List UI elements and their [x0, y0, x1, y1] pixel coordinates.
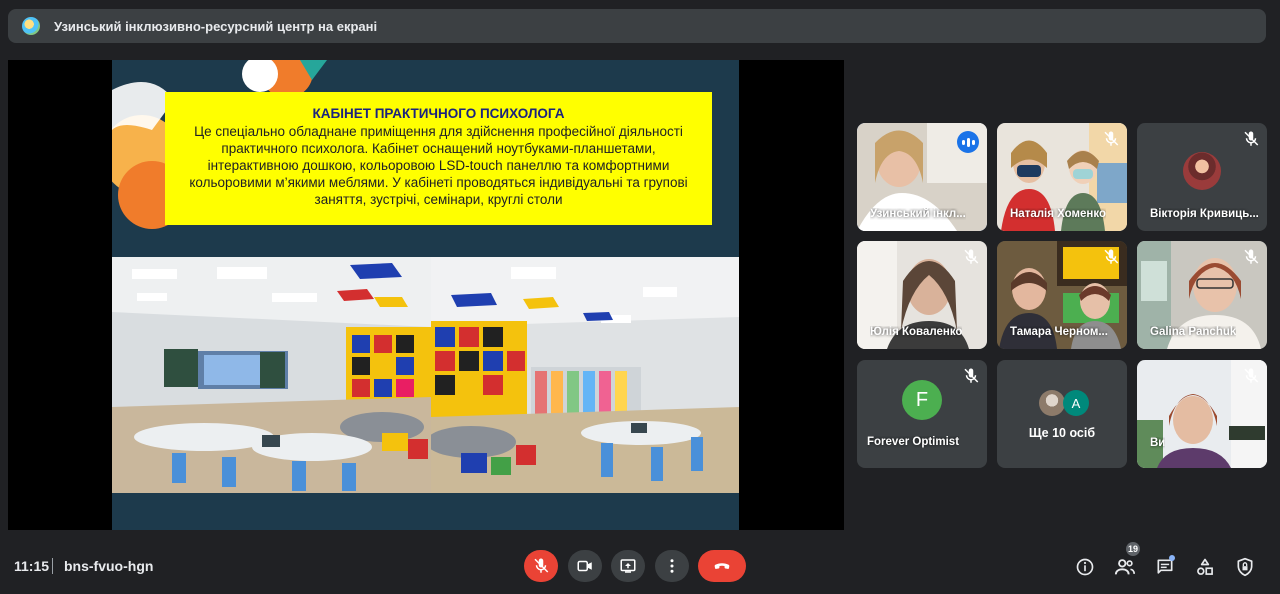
- mic-off-icon: [534, 558, 549, 573]
- end-call-button[interactable]: [698, 550, 746, 582]
- participant-avatar: A: [1063, 390, 1089, 416]
- mic-off-icon: [1104, 131, 1119, 146]
- slide-title: КАБІНЕТ ПРАКТИЧНОГО ПСИХОЛОГА: [312, 106, 565, 121]
- participant-tile[interactable]: Вікторія Кривиць...: [1137, 123, 1267, 231]
- participant-name: Galina Panchuk: [1150, 326, 1237, 338]
- slide-body: Це спеціально обладнане приміщення для з…: [189, 124, 688, 207]
- participant-tile[interactable]: F Forever Optimist: [857, 360, 987, 468]
- camera-toggle-button[interactable]: [568, 550, 602, 582]
- mic-off-icon: [1244, 249, 1259, 264]
- participant-avatar: F: [902, 380, 942, 420]
- more-participants-avatars: A: [1039, 390, 1089, 416]
- more-options-button[interactable]: [655, 550, 689, 582]
- people-icon: [1114, 559, 1135, 575]
- participant-name: Юлія Коваленко: [870, 326, 963, 338]
- presenter-avatar-icon: [22, 17, 40, 35]
- participant-avatar: [1183, 152, 1221, 190]
- participant-name: Тамара Черном...: [1010, 326, 1108, 338]
- meeting-code[interactable]: bns-fvuo-hgn: [64, 558, 153, 574]
- divider: [52, 558, 53, 574]
- participant-name: Forever Optimist: [867, 436, 960, 448]
- mic-toggle-button[interactable]: [524, 550, 558, 582]
- mic-off-icon: [964, 249, 979, 264]
- participant-tile[interactable]: Тамара Черном...: [997, 241, 1127, 349]
- presenting-banner-text: Узинський інклюзивно-ресурсний центр на …: [54, 18, 378, 34]
- more-participants-tile[interactable]: A Ще 10 осіб: [997, 360, 1127, 468]
- mic-off-icon: [1104, 249, 1119, 264]
- participant-name: Вікторія Кривиць...: [1150, 208, 1259, 220]
- slide-photos: [112, 257, 739, 493]
- chat-unread-dot: [1169, 555, 1175, 561]
- participant-tile[interactable]: Узинський інкл...: [857, 123, 987, 231]
- more-participants-label: Ще 10 осіб: [1028, 426, 1096, 440]
- mic-off-icon: [1244, 131, 1259, 146]
- activities-button[interactable]: [1194, 556, 1216, 578]
- slide-text-box: КАБІНЕТ ПРАКТИЧНОГО ПСИХОЛОГА Це спеціал…: [165, 92, 712, 225]
- participant-name: Наталія Хоменко: [1010, 208, 1107, 220]
- bottom-toolbar: 11:15 bns-fvuo-hgn 19: [0, 538, 1280, 594]
- presentation-slide: КАБІНЕТ ПРАКТИЧНОГО ПСИХОЛОГА Це спеціал…: [112, 60, 739, 530]
- activities-icon: [1197, 558, 1213, 575]
- participant-name: Ви: [1150, 437, 1166, 449]
- participant-tile-self[interactable]: Ви: [1137, 360, 1267, 468]
- participants-button[interactable]: [1114, 556, 1136, 578]
- presenting-banner: Узинський інклюзивно-ресурсний центр на …: [8, 9, 1266, 43]
- speaking-indicator-icon: [957, 131, 979, 153]
- more-options-icon: [670, 559, 674, 573]
- host-controls-button[interactable]: [1234, 556, 1256, 578]
- participant-tile[interactable]: Наталія Хоменко: [997, 123, 1127, 231]
- participant-avatar: [1039, 390, 1065, 416]
- end-call-icon: [714, 563, 730, 569]
- mic-off-icon: [964, 368, 979, 383]
- meeting-info-button[interactable]: [1074, 556, 1096, 578]
- participant-tile[interactable]: Galina Panchuk: [1137, 241, 1267, 349]
- participant-name: Узинський інкл...: [870, 208, 966, 220]
- clock-time: 11:15: [14, 558, 50, 574]
- camera-icon: [577, 560, 592, 572]
- classroom-photo-left: [112, 257, 431, 493]
- presentation-stage[interactable]: КАБІНЕТ ПРАКТИЧНОГО ПСИХОЛОГА Це спеціал…: [8, 60, 844, 530]
- participant-tile[interactable]: Юлія Коваленко: [857, 241, 987, 349]
- mic-off-icon: [1244, 368, 1259, 383]
- present-screen-icon: [620, 559, 636, 573]
- classroom-photo-right: [431, 257, 739, 493]
- participants-count-badge: 19: [1126, 542, 1141, 556]
- host-controls-icon: [1237, 557, 1253, 577]
- present-screen-button[interactable]: [611, 550, 645, 582]
- info-icon: [1076, 558, 1094, 576]
